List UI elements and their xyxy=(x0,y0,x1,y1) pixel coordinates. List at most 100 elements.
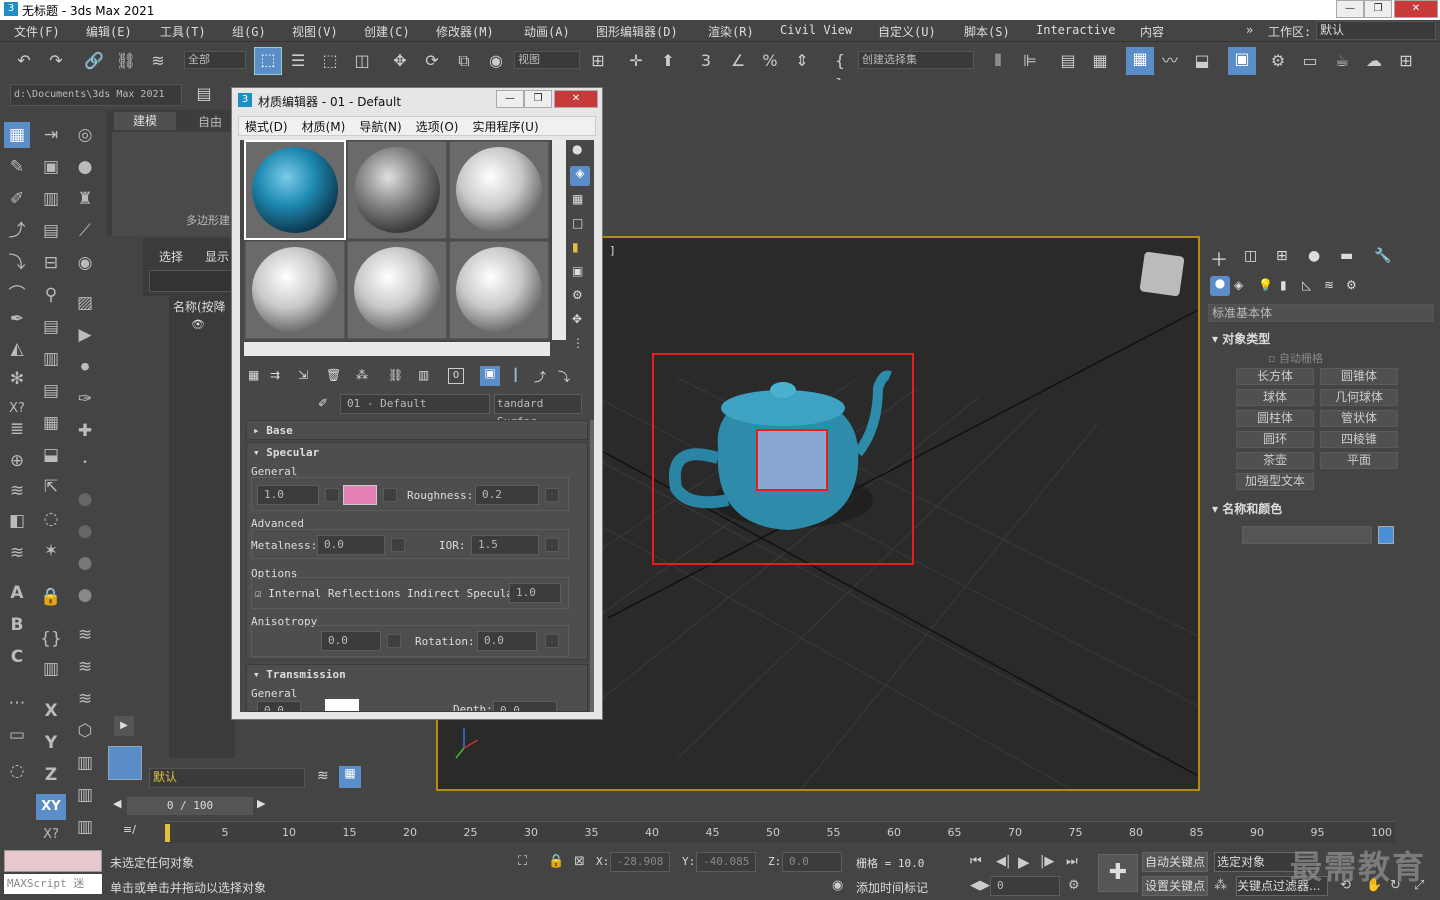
sphere-button[interactable]: 球体 xyxy=(1236,389,1314,406)
track-bar[interactable]: 5 10 15 20 25 30 35 40 45 50 55 60 65 70 75 80 85 90 95 100 xyxy=(165,821,1395,843)
percent-snap-icon[interactable]: % xyxy=(758,49,782,73)
eye-icon[interactable]: 👁 xyxy=(191,318,205,331)
pivot-icon[interactable]: ⊞ xyxy=(586,49,610,73)
project-folder-icon[interactable]: ▤ xyxy=(192,82,216,106)
stack8-icon[interactable]: ≋ xyxy=(72,622,98,648)
spec-color-map-button[interactable] xyxy=(383,488,397,502)
time-next-icon[interactable]: ▶ xyxy=(257,797,265,810)
anisotropy-spinner[interactable]: 0.0 xyxy=(321,631,381,651)
mat-menu-material[interactable]: 材质(M) xyxy=(302,118,346,135)
shape-icon[interactable]: ● xyxy=(72,154,98,180)
curve-icon[interactable]: ⤵ xyxy=(4,250,30,276)
minimize-button[interactable]: — xyxy=(1336,0,1364,18)
render-cloud-icon[interactable]: ☁ xyxy=(1362,49,1386,73)
stack11-icon[interactable]: ⬡ xyxy=(72,718,98,744)
geosphere-button[interactable]: 几何球体 xyxy=(1320,389,1398,406)
axis-z-icon[interactable]: Z xyxy=(38,762,64,788)
dot3-icon[interactable]: ● xyxy=(72,518,98,544)
select-by-name-icon[interactable]: ☰ xyxy=(286,49,310,73)
pan-icon[interactable]: ✋ xyxy=(1366,878,1382,893)
prev-frame-icon[interactable]: ◀| xyxy=(996,854,1010,869)
menu-view[interactable]: 视图(V) xyxy=(292,23,338,40)
name-color-rollout-title[interactable]: ▾ 名称和颜色 xyxy=(1212,500,1282,517)
object-type-rollout-title[interactable]: ▾ 对象类型 xyxy=(1212,330,1270,347)
trans-weight-spinner[interactable]: 0.0 xyxy=(257,701,301,711)
uv-tiling-icon[interactable]: □ xyxy=(572,216,583,230)
tube-button[interactable]: 管状体 xyxy=(1320,410,1398,427)
shirt-icon[interactable]: ♜ xyxy=(72,186,98,212)
selection-filter-dropdown[interactable]: 全部 xyxy=(184,51,246,69)
cone-button[interactable]: 圆锥体 xyxy=(1320,368,1398,385)
next-frame-icon[interactable]: |▶ xyxy=(1040,854,1054,869)
dot-icon[interactable]: • xyxy=(72,450,98,476)
stack7-icon[interactable]: ≋ xyxy=(4,540,30,566)
dot4-icon[interactable]: ● xyxy=(72,550,98,576)
stack-icon[interactable]: ▤ xyxy=(38,218,64,244)
hierarchy-tab-icon[interactable]: ⊞ xyxy=(1276,248,1288,264)
maximize-viewport-icon[interactable]: ⤢ xyxy=(1414,878,1424,893)
time-slider[interactable]: 0 / 100 xyxy=(127,797,253,815)
shapes-icon[interactable]: ◈ xyxy=(1234,278,1243,292)
expand-icon[interactable]: » xyxy=(1246,23,1253,37)
plus-icon[interactable]: ✚ xyxy=(72,418,98,444)
text-a-icon[interactable]: A xyxy=(4,580,30,606)
object-color-swatch[interactable] xyxy=(1378,526,1394,544)
ior-map-button[interactable] xyxy=(545,538,559,552)
eyedropper-icon[interactable]: ✐ xyxy=(318,396,328,410)
go-sibling-icon[interactable]: ⤵ xyxy=(558,368,570,385)
pin-icon[interactable]: ⚲ xyxy=(38,282,64,308)
cylinder-button[interactable]: 圆柱体 xyxy=(1236,410,1314,427)
x-coord-field[interactable]: -28.908 xyxy=(610,852,670,872)
ior-spinner[interactable]: 1.5 xyxy=(471,535,539,555)
placement-icon[interactable]: ◉ xyxy=(484,49,508,73)
axis-query-icon[interactable]: X? xyxy=(38,822,64,848)
scene-explorer-select-tab[interactable]: 选择 xyxy=(159,248,183,265)
stack13-icon[interactable]: ▥ xyxy=(72,782,98,808)
stack3-icon[interactable]: ▥ xyxy=(38,346,64,372)
edit-named-sel-icon[interactable]: { } xyxy=(828,49,852,94)
mat-id-icon[interactable]: 0 xyxy=(448,368,464,384)
time-prev-icon[interactable]: ◀ xyxy=(113,797,121,810)
depth-spinner[interactable]: 0.0 xyxy=(493,701,557,711)
layers-icon[interactable]: ≣ xyxy=(4,416,30,442)
mesh-import-icon[interactable]: ⇥ xyxy=(38,122,64,148)
spec-weight-spinner[interactable]: 1.0 xyxy=(257,485,319,505)
maxscript-listener-input[interactable] xyxy=(4,850,102,872)
rect-selection-icon[interactable]: ⬚ xyxy=(318,49,342,73)
pen-icon[interactable]: ✒ xyxy=(4,306,30,332)
layer-stack-icon[interactable]: ≋ xyxy=(317,768,329,784)
ribbon-tab-modeling[interactable]: 建模 xyxy=(114,112,176,130)
box-button[interactable]: 长方体 xyxy=(1236,368,1314,385)
category-dropdown[interactable]: 标准基本体 xyxy=(1208,304,1434,322)
systems-icon[interactable]: ⚙ xyxy=(1346,278,1357,292)
material-editor-icon[interactable]: ▣ xyxy=(1228,47,1256,75)
textplus-button[interactable]: 加强型文本 xyxy=(1236,473,1314,490)
helpers-icon[interactable]: ◺ xyxy=(1302,278,1311,292)
add-time-tag-icon[interactable]: ◉ xyxy=(832,878,843,893)
put-library-icon[interactable]: ▥ xyxy=(418,368,429,382)
mat-nav-icon[interactable]: ⋮ xyxy=(572,336,584,350)
window-crossing-icon[interactable]: ◫ xyxy=(350,49,374,73)
project-path-dropdown[interactable]: d:\Documents\3ds Max 2021 xyxy=(10,84,182,106)
scale-icon[interactable]: ⧉ xyxy=(452,49,476,73)
select3-icon[interactable]: ◧ xyxy=(4,508,30,534)
mat-options-icon[interactable]: ⚙ xyxy=(572,288,583,302)
toggle-ribbon-icon[interactable]: ▦ xyxy=(1088,49,1112,73)
keyboard-shortcut-icon[interactable]: ⬆ xyxy=(656,49,680,73)
add-layer-icon[interactable]: ⊕ xyxy=(4,448,30,474)
motion-tab-icon[interactable]: ● xyxy=(1308,248,1320,264)
spinner-snap-icon[interactable]: ⇕ xyxy=(790,49,814,73)
lock-icon[interactable]: 🔒 xyxy=(38,584,64,610)
curve-editor-icon[interactable]: 〰 xyxy=(1158,49,1182,73)
link-icon[interactable]: 🔗 xyxy=(82,49,106,73)
roughness-spinner[interactable]: 0.2 xyxy=(475,485,539,505)
sphere-icon[interactable]: ◉ xyxy=(72,250,98,276)
menu-edit[interactable]: 编辑(E) xyxy=(86,23,132,40)
play-button-icon[interactable]: ▶ xyxy=(1018,853,1030,871)
circle-dots-icon[interactable]: ◌ xyxy=(4,758,30,784)
y-coord-field[interactable]: -40.085 xyxy=(696,852,756,872)
base-rollout[interactable]: ▸ Base xyxy=(246,420,588,440)
menu-civil-view[interactable]: Civil View xyxy=(780,23,852,37)
assign-to-sel-icon[interactable]: ⇲ xyxy=(298,368,308,382)
torus-button[interactable]: 圆环 xyxy=(1236,431,1314,448)
